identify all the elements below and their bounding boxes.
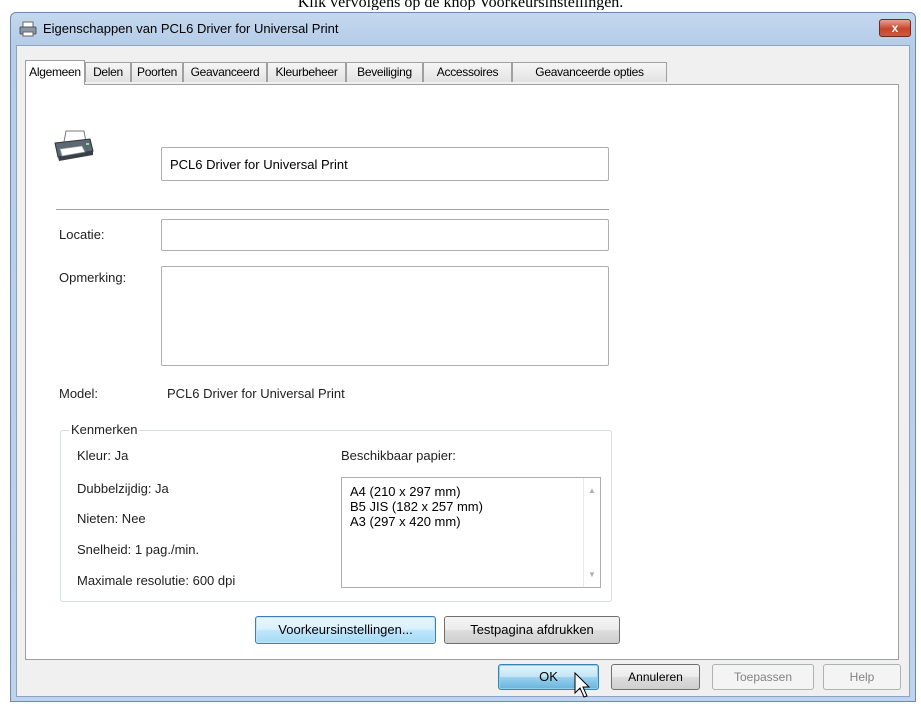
general-tab-panel: PCL6 Driver for Universal Print Locatie:… bbox=[25, 84, 899, 660]
apply-button[interactable]: Toepassen bbox=[712, 664, 814, 690]
location-label: Locatie: bbox=[59, 227, 105, 242]
paper-list-scrollbar[interactable]: ▲ ▼ bbox=[583, 478, 600, 587]
header-separator bbox=[56, 209, 609, 211]
tab-beveiliging[interactable]: Beveiliging bbox=[346, 62, 423, 82]
model-value: PCL6 Driver for Universal Print bbox=[167, 386, 345, 401]
feature-color: Kleur: Ja bbox=[77, 448, 129, 463]
mouse-cursor-icon bbox=[574, 672, 590, 698]
feature-speed: Snelheid: 1 pag./min. bbox=[77, 542, 200, 557]
tab-poorten[interactable]: Poorten bbox=[131, 62, 183, 82]
dialog-client-area: Algemeen Delen Poorten Geavanceerd Kleur… bbox=[16, 45, 910, 697]
printer-properties-window: Eigenschappen van PCL6 Driver for Univer… bbox=[10, 12, 916, 702]
features-group: Kenmerken Kleur: Ja Dubbelzijdig: Ja Nie… bbox=[60, 422, 612, 602]
location-input[interactable] bbox=[161, 219, 609, 251]
close-icon: x bbox=[891, 21, 899, 35]
feature-staple: Nieten: Nee bbox=[77, 511, 146, 526]
tab-geavanceerd[interactable]: Geavanceerd bbox=[183, 62, 267, 82]
close-button[interactable]: x bbox=[879, 19, 911, 37]
list-item[interactable]: B5 JIS (182 x 257 mm) bbox=[350, 499, 483, 514]
features-group-title: Kenmerken bbox=[69, 422, 140, 437]
cancel-button[interactable]: Annuleren bbox=[611, 664, 700, 690]
comment-label: Opmerking: bbox=[59, 270, 127, 285]
list-item[interactable]: A4 (210 x 297 mm) bbox=[350, 484, 461, 499]
help-button[interactable]: Help bbox=[823, 664, 901, 690]
instruction-caption: Klik vervolgens op de knop Voorkeursinst… bbox=[297, 0, 624, 10]
title-bar[interactable]: Eigenschappen van PCL6 Driver for Univer… bbox=[11, 13, 915, 45]
list-item[interactable]: A3 (297 x 420 mm) bbox=[350, 514, 461, 529]
paper-listbox[interactable]: A4 (210 x 297 mm) B5 JIS (182 x 257 mm) … bbox=[341, 477, 601, 588]
printer-icon bbox=[19, 21, 37, 37]
printer-name-value: PCL6 Driver for Universal Print bbox=[170, 157, 348, 172]
comment-textarea[interactable] bbox=[161, 266, 609, 366]
tab-geavanceerde-opties[interactable]: Geavanceerde opties bbox=[512, 62, 667, 82]
feature-duplex: Dubbelzijdig: Ja bbox=[77, 481, 169, 496]
tab-kleurbeheer[interactable]: Kleurbeheer bbox=[267, 62, 346, 82]
printer-large-icon bbox=[54, 130, 94, 161]
scroll-up-icon[interactable]: ▲ bbox=[588, 486, 596, 495]
tab-delen[interactable]: Delen bbox=[85, 62, 131, 82]
scroll-down-icon[interactable]: ▼ bbox=[588, 570, 596, 579]
model-label: Model: bbox=[59, 386, 99, 401]
printer-name-field[interactable]: PCL6 Driver for Universal Print bbox=[161, 147, 609, 181]
print-test-page-button[interactable]: Testpagina afdrukken bbox=[444, 616, 620, 644]
paper-label: Beschikbaar papier: bbox=[341, 448, 456, 463]
window-title: Eigenschappen van PCL6 Driver for Univer… bbox=[43, 21, 339, 36]
tab-algemeen[interactable]: Algemeen bbox=[25, 60, 85, 85]
tab-accessoires[interactable]: Accessoires bbox=[423, 62, 512, 82]
feature-resolution: Maximale resolutie: 600 dpi bbox=[77, 573, 236, 588]
preferences-button[interactable]: Voorkeursinstellingen... bbox=[255, 616, 436, 644]
